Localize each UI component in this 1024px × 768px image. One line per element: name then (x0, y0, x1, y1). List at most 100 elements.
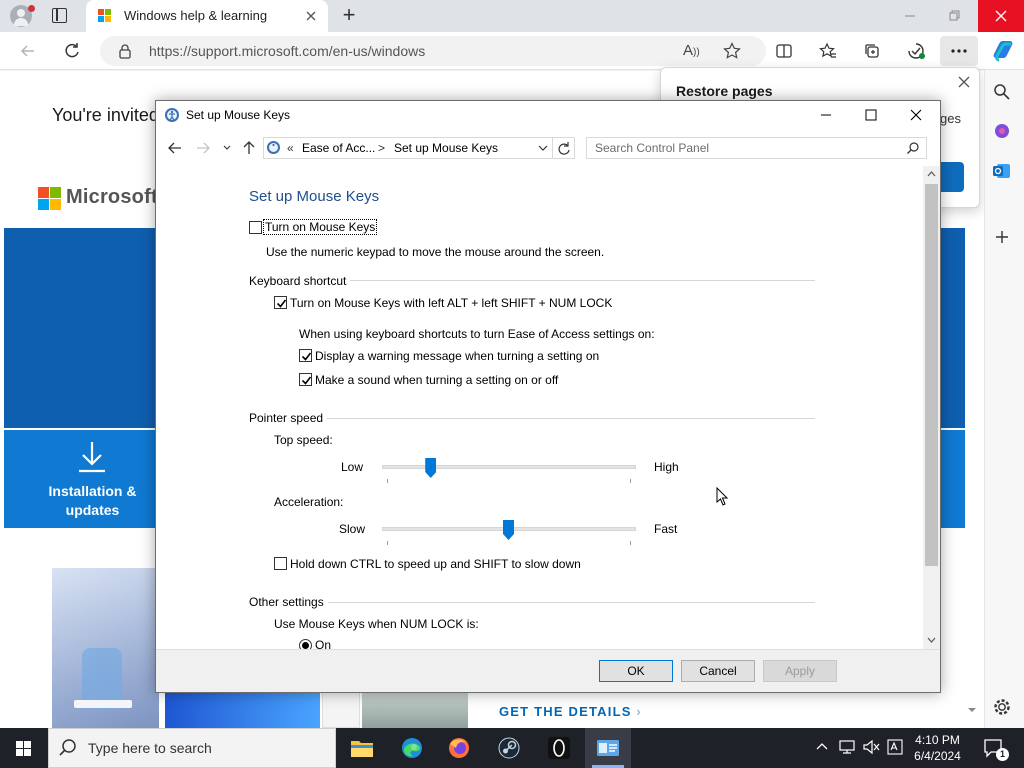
favorite-star-icon[interactable] (716, 36, 748, 66)
recent-locations-chevron-icon[interactable] (222, 143, 232, 153)
content-scrollbar-thumb[interactable] (925, 184, 938, 566)
dialog-maximize-icon[interactable] (858, 104, 884, 126)
warning-message-checkbox[interactable] (299, 349, 312, 362)
clock-date[interactable]: 6/4/2024 (910, 749, 965, 763)
invite-text: You're invited (52, 105, 159, 125)
nav-forward-arrow-icon[interactable] (194, 139, 212, 157)
nav-back-arrow-icon[interactable] (166, 139, 184, 157)
copilot-icon[interactable] (990, 38, 1016, 64)
network-icon[interactable] (838, 738, 856, 756)
tab-close-icon[interactable] (302, 7, 320, 25)
ctrl-shift-checkbox[interactable] (274, 557, 287, 570)
keyboard-shortcut-checkbox[interactable] (274, 296, 287, 309)
show-hidden-icons-chevron-icon[interactable] (815, 740, 829, 754)
window-restore-icon[interactable] (942, 4, 966, 28)
window-close-button[interactable] (978, 0, 1024, 32)
make-sound-label[interactable]: Make a sound when turning a setting on o… (315, 373, 558, 387)
turn-on-description: Use the numeric keypad to move the mouse… (266, 245, 605, 259)
sidebar-settings-gear-icon[interactable] (992, 697, 1012, 717)
firefox-icon[interactable] (437, 728, 481, 768)
numlock-on-label[interactable]: On (315, 638, 331, 649)
microsoft-logo-icon[interactable] (38, 187, 61, 210)
scroll-up-arrow-icon[interactable] (925, 169, 938, 179)
restore-pages-title: Restore pages (676, 83, 773, 99)
collections-icon[interactable] (856, 36, 888, 66)
lock-icon[interactable] (118, 43, 132, 59)
window-minimize-icon[interactable] (898, 4, 922, 28)
input-language-icon[interactable] (886, 738, 904, 756)
back-arrow-icon[interactable] (12, 36, 44, 66)
breadcrumb-dropdown-chevron-icon[interactable] (537, 142, 549, 154)
ctrl-shift-label[interactable]: Hold down CTRL to speed up and SHIFT to … (290, 557, 581, 571)
search-placeholder: Search Control Panel (595, 141, 710, 155)
dialog-title: Set up Mouse Keys (186, 108, 291, 122)
shortcut-intro-text: When using keyboard shortcuts to turn Ea… (299, 327, 655, 341)
radio-selected-dot (302, 642, 309, 649)
mouse-cursor-icon (716, 487, 730, 507)
dialog-close-icon[interactable] (903, 104, 929, 126)
search-icon[interactable] (993, 83, 1011, 101)
warning-message-label[interactable]: Display a warning message when turning a… (315, 349, 599, 363)
numlock-label: Use Mouse Keys when NUM LOCK is: (274, 617, 479, 631)
ease-of-access-icon (164, 107, 180, 123)
page-scroll-down-icon[interactable] (966, 705, 978, 715)
cancel-button[interactable]: Cancel (681, 660, 755, 682)
restore-close-icon[interactable] (955, 73, 973, 91)
windows-logo-favicon-icon (98, 9, 112, 23)
apply-button[interactable]: Apply (763, 660, 837, 682)
read-aloud-icon[interactable]: A)) (683, 42, 700, 59)
clock-time[interactable]: 4:10 PM (910, 733, 965, 747)
breadcrumb-item-ease-of-access[interactable]: Ease of Acc... (302, 141, 375, 155)
other-settings-heading: Other settings (249, 595, 324, 609)
breadcrumb-separator[interactable]: > (378, 141, 385, 155)
get-the-details-link[interactable]: GET THE DETAILS › (499, 704, 642, 719)
favorites-icon[interactable] (812, 36, 844, 66)
new-tab-button[interactable]: + (338, 4, 360, 26)
installation-updates-label: Installation & updates (48, 483, 137, 518)
pointer-speed-heading: Pointer speed (249, 411, 324, 425)
scroll-down-arrow-icon[interactable] (925, 635, 938, 645)
taskbar-search-placeholder: Type here to search (88, 740, 212, 756)
nav-up-arrow-icon[interactable] (240, 139, 258, 157)
tab-actions-icon[interactable] (52, 8, 67, 23)
make-sound-checkbox[interactable] (299, 373, 312, 386)
top-speed-slider-track[interactable] (382, 465, 636, 469)
file-explorer-icon[interactable] (340, 728, 384, 768)
breadcrumb-overflow[interactable]: « (287, 141, 294, 155)
restore-pages-message: ges (940, 111, 961, 126)
numlock-on-clip: On (290, 636, 390, 649)
acceleration-fast-label: Fast (654, 522, 678, 536)
ok-button[interactable]: OK (599, 660, 673, 682)
volume-muted-icon[interactable] (862, 738, 882, 756)
other-settings-divider (328, 602, 815, 603)
turn-on-mouse-keys-checkbox[interactable] (249, 221, 262, 234)
breadcrumb-refresh-button[interactable] (553, 137, 575, 159)
copilot-sidebar-icon[interactable] (993, 122, 1011, 140)
breadcrumb-item-mouse-keys[interactable]: Set up Mouse Keys (394, 141, 498, 155)
refresh-icon[interactable] (56, 36, 88, 66)
turn-on-mouse-keys-label[interactable]: Turn on Mouse Keys (262, 219, 378, 235)
browser-essentials-icon[interactable] (900, 36, 932, 66)
outlook-icon[interactable] (993, 162, 1011, 180)
acceleration-label: Acceleration: (274, 495, 344, 509)
url-text[interactable]: https://support.microsoft.com/en-us/wind… (149, 43, 425, 59)
get-the-details-label: GET THE DETAILS (499, 704, 632, 719)
microsoft-logo-text[interactable]: Microsoft (66, 186, 158, 209)
more-options-button[interactable] (940, 36, 978, 66)
start-windows-icon[interactable] (0, 728, 48, 768)
top-speed-label: Top speed: (274, 433, 333, 447)
edge-browser-icon[interactable] (390, 728, 434, 768)
add-sidebar-app-icon[interactable] (993, 228, 1011, 246)
split-screen-icon[interactable] (768, 36, 800, 66)
breadcrumb-location-icon (266, 140, 281, 155)
windows-wallpaper-image (165, 692, 320, 728)
keyboard-shortcut-divider (350, 280, 815, 281)
keyboard-shortcut-label[interactable]: Turn on Mouse Keys with left ALT + left … (290, 296, 612, 310)
steam-icon[interactable] (487, 728, 531, 768)
ring-app-icon[interactable] (537, 728, 581, 768)
checkmark-icon (301, 376, 312, 385)
control-panel-icon[interactable] (586, 728, 630, 768)
plant-image (362, 692, 468, 728)
dialog-minimize-icon[interactable] (813, 104, 839, 126)
search-magnifier-icon[interactable] (906, 141, 920, 155)
